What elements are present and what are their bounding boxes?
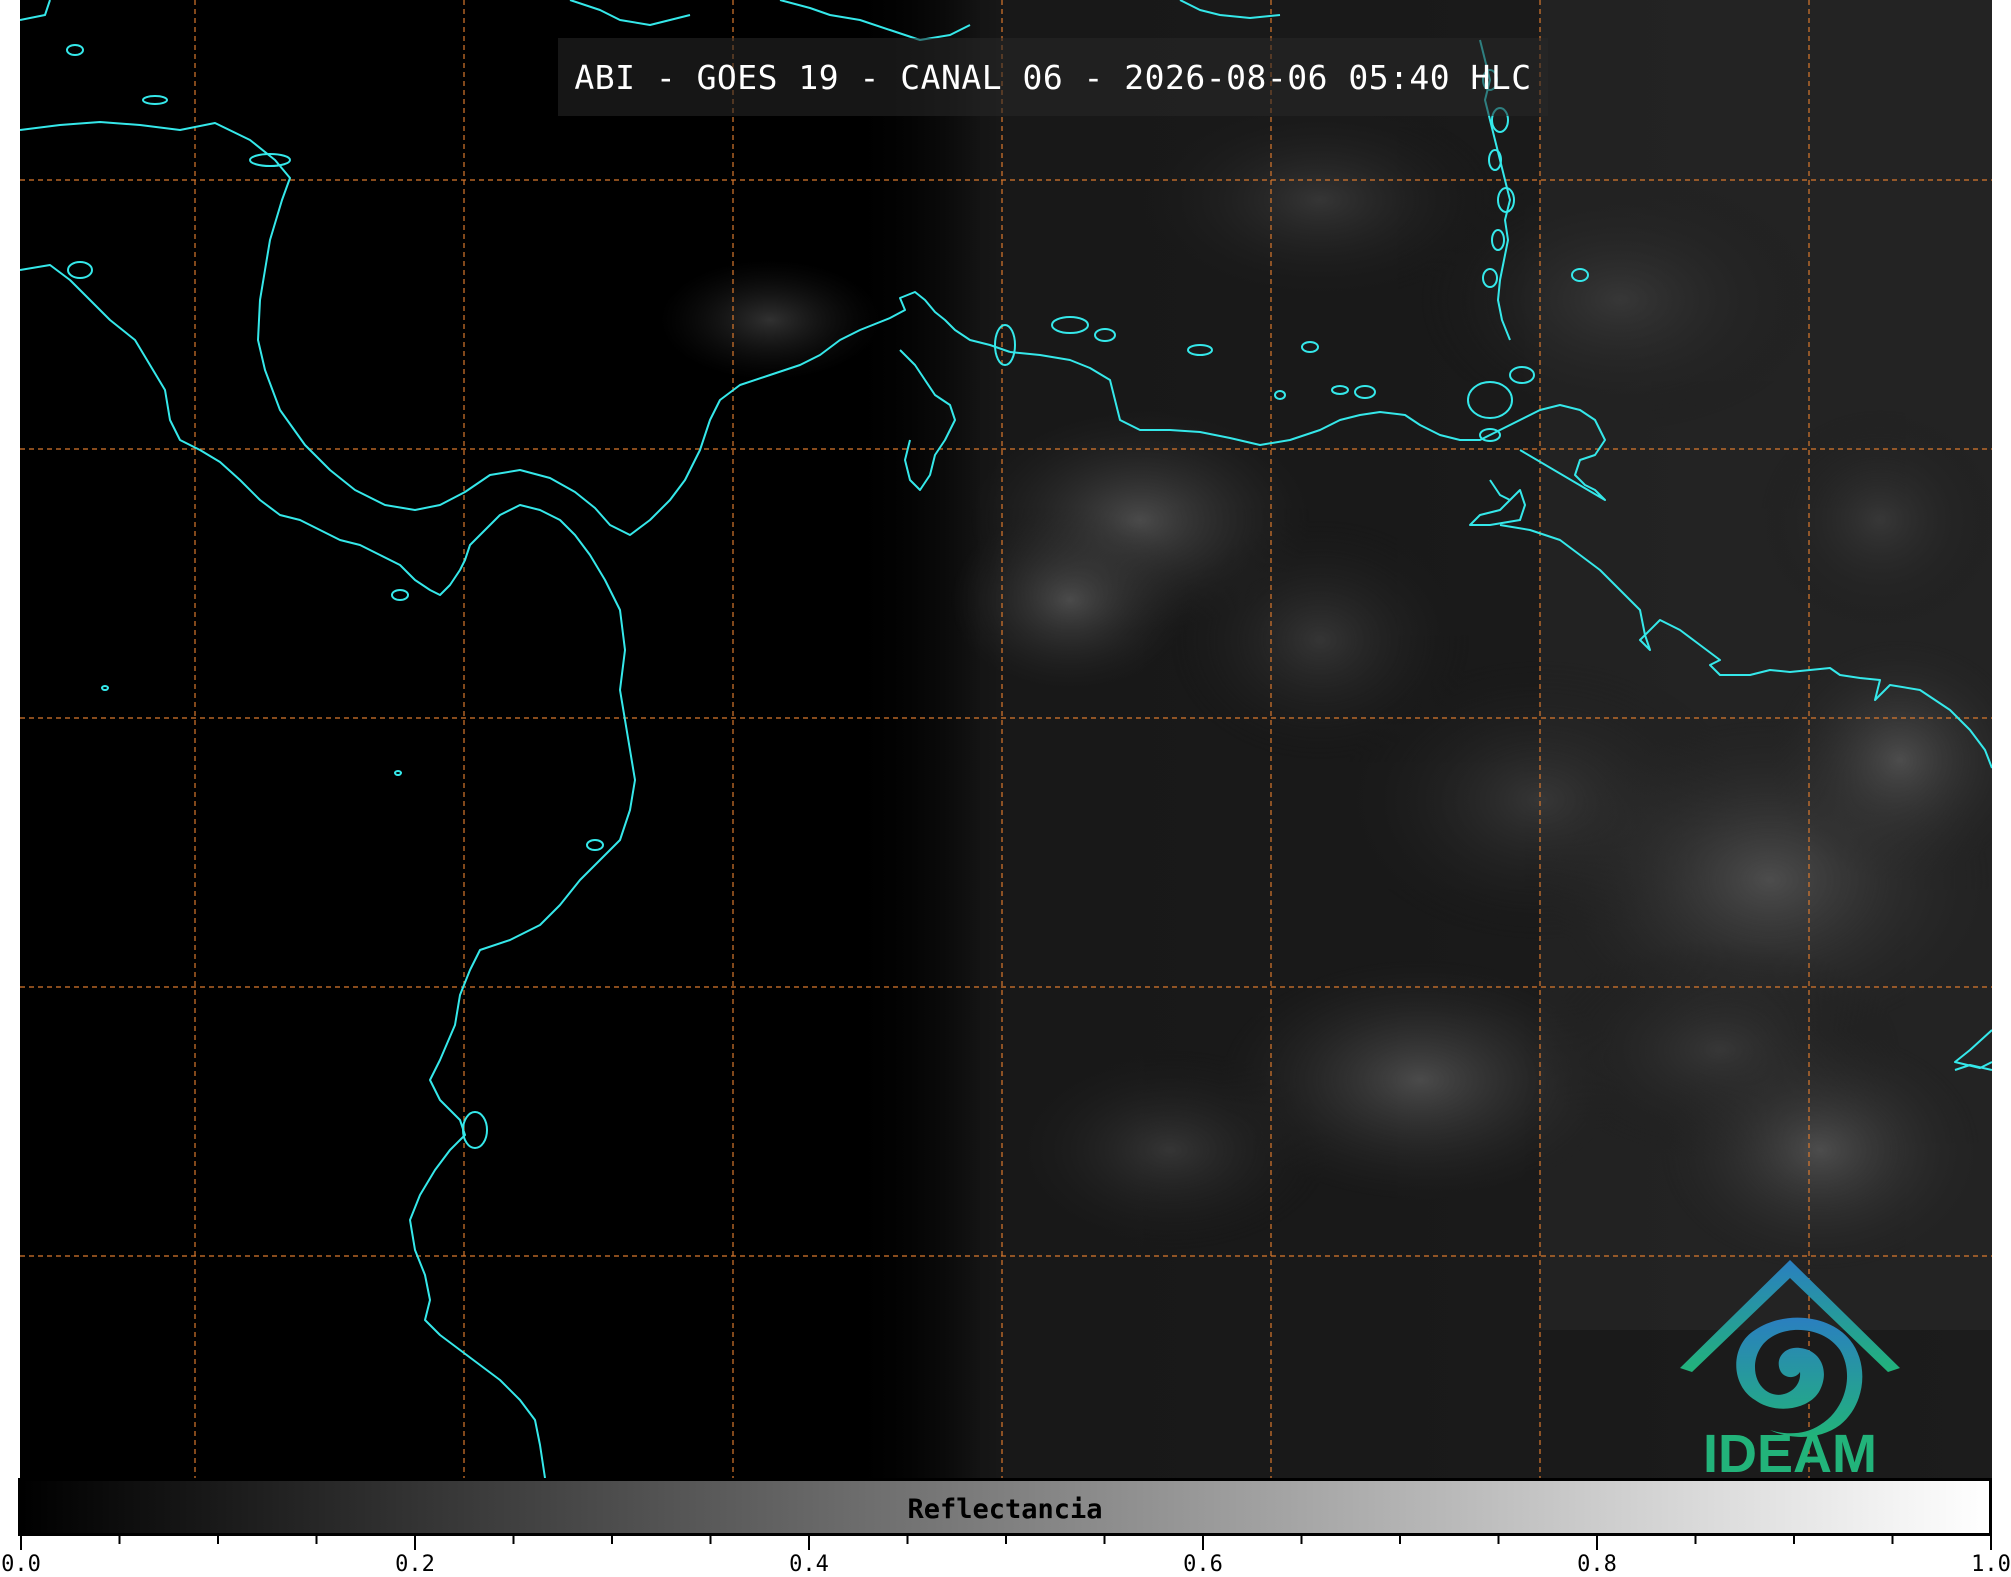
colorbar: Reflectancia: [18, 1478, 1992, 1536]
colorbar-tick-label: 0.8: [1577, 1552, 1617, 1577]
colorbar-tick-labels: 0.0 0.2 0.4 0.6 0.8 1.0: [1, 1536, 2011, 1577]
colorbar-label: Reflectancia: [907, 1494, 1103, 1525]
ideam-logo: IDEAM: [1680, 1260, 1900, 1478]
satellite-map-panel: ABI - GOES 19 - CANAL 06 - 2026-08-06 05…: [20, 0, 1992, 1478]
logo-text: IDEAM: [1703, 1424, 1877, 1478]
colorbar-tick-label: 0.0: [1, 1552, 41, 1577]
colorbar-tick-label: 0.6: [1183, 1552, 1223, 1577]
colorbar-tick-label: 0.2: [395, 1552, 435, 1577]
title-banner: ABI - GOES 19 - CANAL 06 - 2026-08-06 05…: [558, 38, 1548, 116]
colorbar-tick-label: 0.4: [789, 1552, 829, 1577]
map-title: ABI - GOES 19 - CANAL 06 - 2026-08-06 05…: [574, 57, 1532, 97]
colorbar-tick-label: 1.0: [1971, 1552, 2011, 1577]
